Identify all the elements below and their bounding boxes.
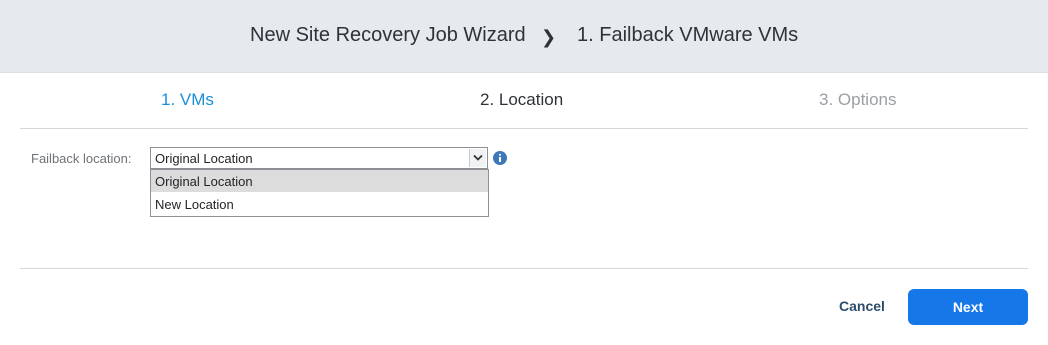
divider-top [20, 128, 1028, 129]
wizard-title: New Site Recovery Job Wizard [250, 24, 526, 46]
step-location: 2. Location [480, 90, 564, 109]
option-new-location[interactable]: New Location [151, 193, 488, 215]
failback-location-value: Original Location [155, 151, 253, 166]
next-button[interactable]: Next [908, 289, 1028, 325]
page-title: 1. Failback VMware VMs [577, 24, 799, 46]
wizard-page: New Site Recovery Job Wizard ❯ 1. Failba… [0, 0, 1048, 345]
option-original-location[interactable]: Original Location [151, 170, 488, 192]
option-label: Original Location [155, 174, 253, 189]
cancel-button[interactable]: Cancel [839, 298, 885, 314]
wizard-header: New Site Recovery Job Wizard ❯ 1. Failba… [0, 0, 1048, 73]
option-label: New Location [155, 197, 234, 212]
failback-location-dropdown: Original Location New Location [150, 169, 489, 217]
step-options: 3. Options [819, 90, 897, 109]
chevron-down-icon[interactable] [469, 149, 486, 167]
info-circle-icon[interactable] [493, 151, 507, 165]
step-vms[interactable]: 1. VMs [161, 90, 214, 110]
failback-location-label: Failback location: [31, 151, 132, 166]
failback-location-select[interactable]: Original Location [150, 147, 488, 169]
breadcrumb-separator-icon: ❯ [541, 27, 557, 47]
divider-bottom [20, 268, 1028, 269]
